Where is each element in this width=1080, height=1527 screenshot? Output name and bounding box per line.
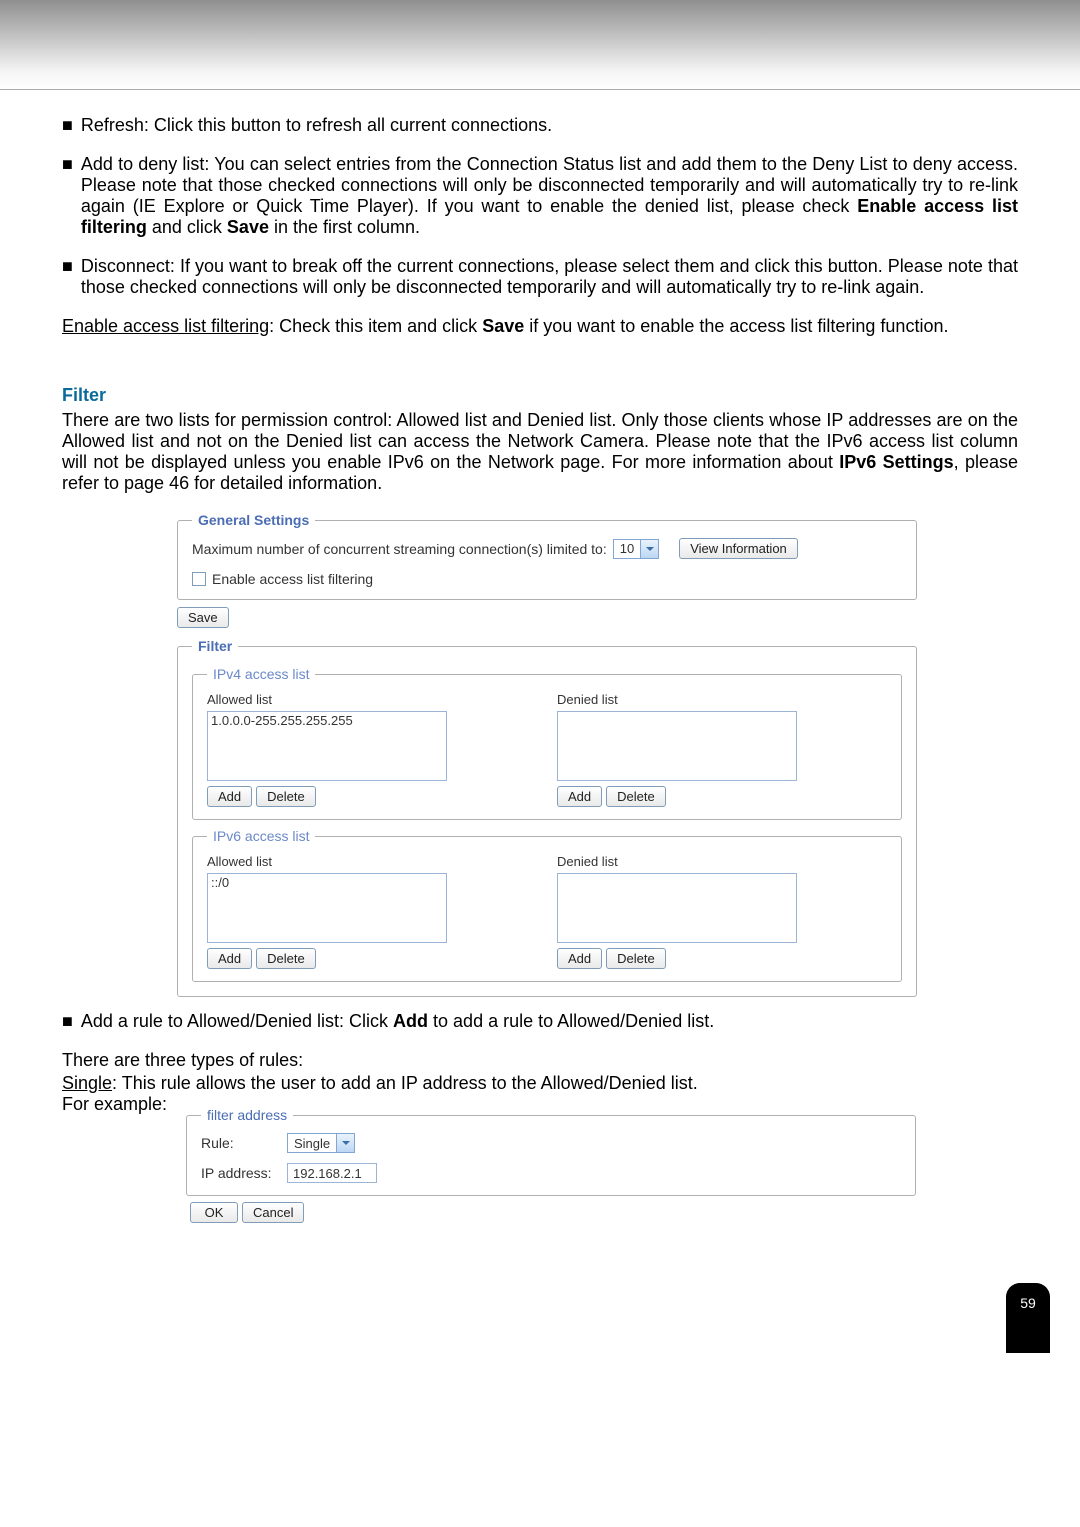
text: if you want to enable the access list fi…	[524, 316, 948, 336]
header-gradient	[0, 0, 1080, 90]
ipv6-denied-list[interactable]	[557, 873, 797, 943]
add-button[interactable]: Add	[207, 948, 252, 969]
filter-legend: Filter	[192, 638, 238, 654]
allowed-label: Allowed list	[207, 854, 537, 869]
ok-button[interactable]: OK	[190, 1202, 238, 1223]
filter-address-fieldset: filter address Rule: Single IP address: …	[186, 1107, 916, 1196]
ip-address-input[interactable]: 192.168.2.1	[287, 1163, 377, 1183]
ipv4-fieldset: IPv4 access list Allowed list 1.0.0.0-25…	[192, 666, 902, 820]
rules-intro: There are three types of rules:	[62, 1050, 1018, 1071]
cancel-button[interactable]: Cancel	[242, 1202, 304, 1223]
filter-body: There are two lists for permission contr…	[62, 410, 1018, 494]
general-settings-screenshot: General Settings Maximum number of concu…	[177, 512, 917, 997]
delete-button[interactable]: Delete	[256, 948, 316, 969]
rule-value: Single	[288, 1136, 336, 1151]
enable-filtering-checkbox[interactable]	[192, 572, 206, 586]
delete-button[interactable]: Delete	[606, 948, 666, 969]
filter-heading: Filter	[62, 385, 1018, 406]
page-number: 59	[1006, 1283, 1050, 1353]
add-button[interactable]: Add	[557, 786, 602, 807]
text: Add a rule to Allowed/Denied list: Click	[81, 1011, 393, 1031]
bullet-add-rule-text: Add a rule to Allowed/Denied list: Click…	[81, 1011, 1018, 1032]
text-bold: Save	[227, 217, 269, 237]
add-button[interactable]: Add	[557, 948, 602, 969]
bullet-disconnect-text: Disconnect: If you want to break off the…	[81, 256, 1018, 298]
ipv6-denied-col: Denied list Add Delete	[557, 854, 887, 969]
enable-filtering-row: Enable access list filtering	[192, 571, 902, 587]
save-button[interactable]: Save	[177, 607, 229, 628]
single-rule-line: Single: This rule allows the user to add…	[62, 1073, 1018, 1094]
ipv6-allowed-list[interactable]: ::/0	[207, 873, 447, 943]
rule-row: Rule: Single	[201, 1133, 901, 1153]
text: in the first column.	[269, 217, 420, 237]
text-bold: Add	[393, 1011, 428, 1031]
text-bold: IPv6 Settings	[839, 452, 953, 472]
chevron-down-icon[interactable]	[640, 540, 658, 558]
square-bullet-icon: ■	[62, 256, 73, 298]
ipv4-denied-col: Denied list Add Delete	[557, 692, 887, 807]
bullet-refresh: ■ Refresh: Click this button to refresh …	[62, 115, 1018, 136]
general-settings-fieldset: General Settings Maximum number of concu…	[177, 512, 917, 600]
text: to add a rule to Allowed/Denied list.	[428, 1011, 714, 1031]
enable-filtering-label: Enable access list filtering	[212, 571, 373, 587]
chevron-down-icon[interactable]	[336, 1134, 354, 1152]
ip-row: IP address: 192.168.2.1	[201, 1163, 901, 1183]
general-settings-legend: General Settings	[192, 512, 315, 528]
text: : This rule allows the user to add an IP…	[112, 1073, 698, 1093]
list-item[interactable]: 1.0.0.0-255.255.255.255	[211, 713, 443, 728]
bullet-add-rule: ■ Add a rule to Allowed/Denied list: Cli…	[62, 1011, 1018, 1032]
ipv6-fieldset: IPv6 access list Allowed list ::/0 Add D…	[192, 828, 902, 982]
underline-text: Enable access list filtering	[62, 316, 269, 336]
ipv4-denied-list[interactable]	[557, 711, 797, 781]
text: and click	[147, 217, 227, 237]
page-content: ■ Refresh: Click this button to refresh …	[0, 90, 1080, 1263]
ip-label: IP address:	[201, 1165, 281, 1181]
bullet-add-deny: ■ Add to deny list: You can select entri…	[62, 154, 1018, 238]
ip-address-value: 192.168.2.1	[293, 1166, 362, 1181]
allowed-label: Allowed list	[207, 692, 537, 707]
rule-label: Rule:	[201, 1135, 281, 1151]
ipv6-legend: IPv6 access list	[207, 828, 315, 844]
ipv4-allowed-list[interactable]: 1.0.0.0-255.255.255.255	[207, 711, 447, 781]
single-underline: Single	[62, 1073, 112, 1093]
square-bullet-icon: ■	[62, 1011, 73, 1032]
filter-address-legend: filter address	[201, 1107, 293, 1123]
view-information-button[interactable]: View Information	[679, 538, 798, 559]
square-bullet-icon: ■	[62, 115, 73, 136]
for-example: For example:	[62, 1094, 167, 1115]
bullet-add-deny-text: Add to deny list: You can select entries…	[81, 154, 1018, 238]
add-button[interactable]: Add	[207, 786, 252, 807]
denied-label: Denied list	[557, 854, 887, 869]
denied-label: Denied list	[557, 692, 887, 707]
rule-select[interactable]: Single	[287, 1133, 355, 1153]
text-bold: Save	[482, 316, 524, 336]
max-connections-row: Maximum number of concurrent streaming c…	[192, 538, 902, 559]
bullet-refresh-text: Refresh: Click this button to refresh al…	[81, 115, 1018, 136]
filter-fieldset: Filter IPv4 access list Allowed list 1.0…	[177, 638, 917, 997]
square-bullet-icon: ■	[62, 154, 73, 238]
ipv4-allowed-col: Allowed list 1.0.0.0-255.255.255.255 Add…	[207, 692, 537, 807]
ipv4-legend: IPv4 access list	[207, 666, 315, 682]
text: : Check this item and click	[269, 316, 482, 336]
delete-button[interactable]: Delete	[256, 786, 316, 807]
max-connections-select[interactable]: 10	[613, 539, 659, 559]
max-connections-value: 10	[614, 541, 640, 556]
footer: 59	[0, 1283, 1080, 1353]
list-item[interactable]: ::/0	[211, 875, 443, 890]
max-connections-label: Maximum number of concurrent streaming c…	[192, 541, 607, 557]
filter-address-screenshot: filter address Rule: Single IP address: …	[186, 1107, 916, 1223]
page-number-value: 59	[1020, 1295, 1036, 1311]
enable-paragraph: Enable access list filtering: Check this…	[62, 316, 1018, 337]
ipv6-allowed-col: Allowed list ::/0 Add Delete	[207, 854, 537, 969]
delete-button[interactable]: Delete	[606, 786, 666, 807]
bullet-disconnect: ■ Disconnect: If you want to break off t…	[62, 256, 1018, 298]
